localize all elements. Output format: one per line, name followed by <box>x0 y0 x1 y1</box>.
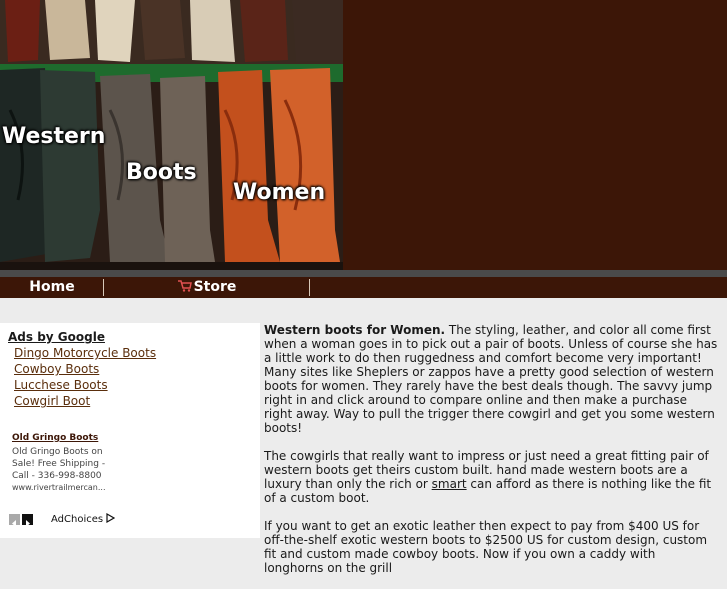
article-content: Western boots for Women. The styling, le… <box>264 323 718 589</box>
nav-separator <box>309 279 310 296</box>
ad-link[interactable]: Cowboy Boots <box>14 362 99 376</box>
article-paragraph: Western boots for Women. The styling, le… <box>264 323 718 435</box>
ad-link[interactable]: Cowgirl Boot <box>14 394 90 408</box>
ad-link[interactable]: Dingo Motorcycle Boots <box>14 346 156 360</box>
ad-link[interactable]: Lucchese Boots <box>14 378 108 392</box>
article-text: Many sites like Sheplers or zappos have … <box>264 365 715 435</box>
main-nav: Home Store <box>0 277 727 298</box>
shopping-cart-icon <box>177 280 192 292</box>
article-paragraph: If you want to get an exotic leather the… <box>264 519 718 575</box>
ads-sidebar: Ads by Google Dingo Motorcycle Boots Cow… <box>0 323 260 538</box>
chevron-left-icon <box>12 520 16 527</box>
adchoices-link[interactable]: AdChoices <box>51 512 116 525</box>
article-paragraph: The cowgirls that really want to impress… <box>264 449 718 505</box>
ad-prev-button[interactable] <box>9 514 20 527</box>
featured-ad-text: Sale! Free Shipping - <box>12 459 106 469</box>
header-divider-band <box>0 270 727 277</box>
featured-ad-title[interactable]: Old Gringo Boots <box>12 433 98 443</box>
nav-home[interactable]: Home <box>0 277 104 298</box>
article-text: If you want to get an exotic leather the… <box>264 519 708 575</box>
nav-store-label: Store <box>193 279 237 295</box>
ads-by-google-link[interactable]: Ads by Google <box>8 330 105 344</box>
nav-home-label: Home <box>29 279 75 295</box>
featured-ad-text: Old Gringo Boots on <box>12 447 103 457</box>
hero-word-boots: Boots <box>126 160 197 185</box>
hero-image: Western Boots Women <box>0 0 343 270</box>
adchoices-label: AdChoices <box>51 514 104 525</box>
article-lead: Western boots for Women. <box>264 323 446 337</box>
adchoices-icon <box>106 512 116 524</box>
chevron-right-icon <box>26 520 30 527</box>
featured-ad-url[interactable]: www.rivertrailmercan... <box>12 483 106 492</box>
featured-ad-text: Call - 336-998-8800 <box>12 471 102 481</box>
nav-store[interactable]: Store <box>104 277 310 298</box>
header-banner: Western Boots Women <box>0 0 727 270</box>
hero-word-western: Western <box>2 124 106 149</box>
hero-word-women: Women <box>233 180 326 205</box>
smart-link[interactable]: smart <box>432 477 467 491</box>
ad-next-button[interactable] <box>22 514 33 527</box>
